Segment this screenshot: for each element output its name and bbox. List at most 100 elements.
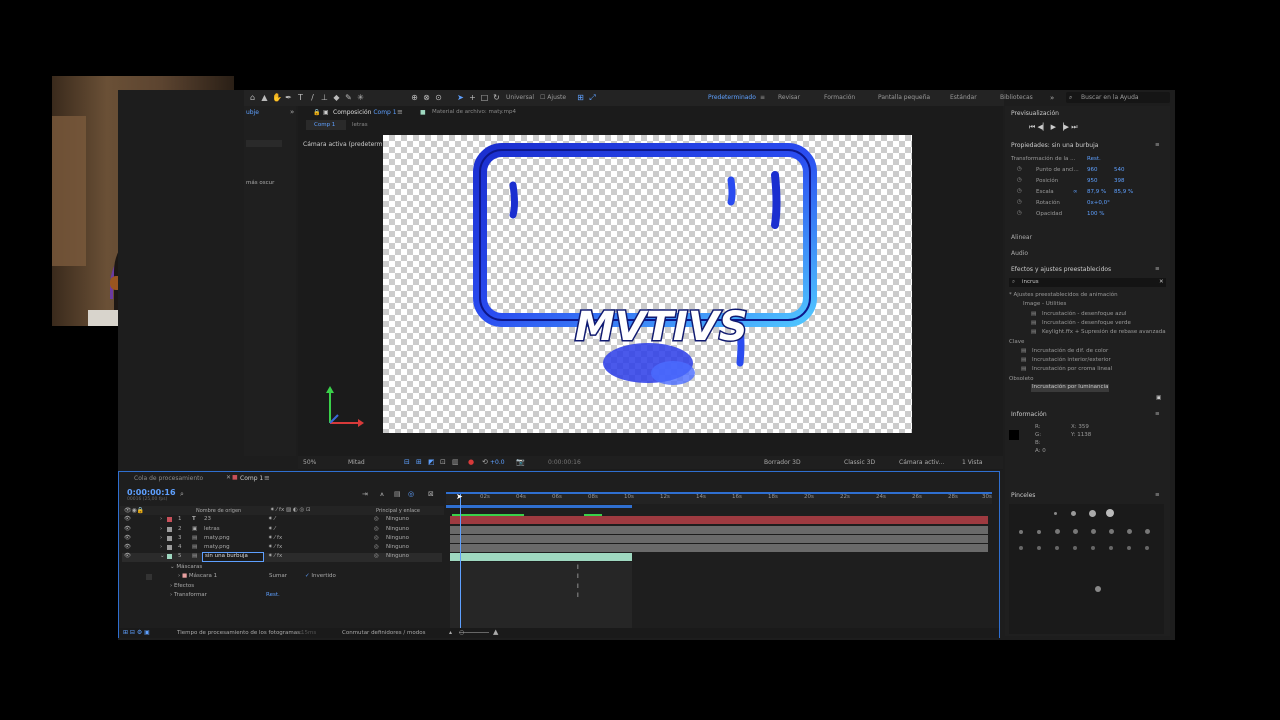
keyframe-icon[interactable]: I — [577, 564, 579, 571]
help-search-input[interactable]: ⌕ Buscar en la Ayuda — [1066, 92, 1170, 103]
footer-toggle-icons[interactable]: ⊞ ⊟ ⚙ ▣ — [123, 629, 150, 636]
next-frame-icon[interactable]: ▕▶ — [1058, 123, 1069, 131]
type-tool-icon[interactable]: T — [296, 93, 305, 102]
prop-position-x[interactable]: 950 — [1087, 178, 1098, 184]
brush-tip[interactable] — [1037, 530, 1041, 534]
effects-item-desenfoque-verde[interactable]: Incrustación - desenfoque verde — [1042, 320, 1131, 326]
workspace-formacion[interactable]: Formación — [824, 94, 855, 101]
layer-switches-icons[interactable]: ✷ ⁄ fx — [268, 544, 282, 550]
brush-tip[interactable] — [1019, 546, 1023, 550]
current-time-indicator[interactable] — [460, 494, 461, 630]
brush-tip[interactable] — [1054, 512, 1057, 515]
composition-menu-icon[interactable]: ≡ — [397, 108, 403, 116]
composition-flowchart-icon[interactable]: ⇥ — [362, 490, 368, 498]
effects-item-desenfoque-azul[interactable]: Incrustación - desenfoque azul — [1042, 311, 1126, 317]
layer-name[interactable]: letras — [204, 526, 220, 532]
brush-tip[interactable] — [1127, 529, 1132, 534]
work-area-bar[interactable] — [446, 492, 992, 494]
arrow-tool-icon[interactable]: ➤ — [456, 93, 465, 102]
scale-link-icon[interactable]: ∞ — [1073, 189, 1078, 195]
toggle-switches-modes[interactable]: Conmutar definidores / modos — [342, 630, 425, 636]
comp-timecode[interactable]: 0:00:00:16 — [548, 459, 581, 466]
graph-editor-icon[interactable]: ⊠ — [428, 490, 434, 498]
brush-tip[interactable] — [1071, 511, 1076, 516]
info-menu-icon[interactable]: ≡ — [1155, 411, 1160, 417]
effects-item-dif-color[interactable]: Incrustación de dif. de color — [1032, 348, 1108, 354]
brushes-grid[interactable] — [1009, 504, 1164, 634]
clear-search-icon[interactable]: ✕ — [1159, 279, 1164, 285]
align-panel-title[interactable]: Alinear — [1011, 234, 1032, 241]
motion-blur-icon[interactable]: ◎ — [408, 490, 414, 498]
layer-switches-icons[interactable]: ✷ ⁄ fx — [268, 553, 282, 559]
subtab-letras[interactable]: letras — [352, 122, 368, 128]
effects-item-animation-presets[interactable]: * Ajustes preestablecidos de animación — [1009, 292, 1118, 298]
lock-icon[interactable]: 🔒 — [313, 109, 320, 116]
timeline-search-icon[interactable]: ⌕ — [180, 490, 184, 499]
layer-label-color[interactable] — [167, 517, 172, 522]
composition-tab[interactable]: Composición Comp 1 — [333, 109, 397, 116]
mask-mode-select[interactable]: Sumar — [269, 573, 287, 579]
pen-tool-icon[interactable]: ✒ — [284, 93, 293, 102]
workspace-predeterminado[interactable]: Predeterminado — [708, 94, 756, 101]
prop-position-y[interactable]: 398 — [1114, 178, 1125, 184]
puppet-tool-icon[interactable]: ✳ — [356, 93, 365, 102]
prev-frame-icon[interactable]: ◀▏ — [1038, 123, 1049, 131]
new-folder-icon[interactable]: ▣ — [1156, 395, 1161, 401]
layer-row[interactable]: 👁 › 2 ▣ letras ✷ ⁄ ◎ Ninguno — [122, 526, 442, 535]
render-queue-tab[interactable]: Cola de procesamiento — [134, 475, 203, 482]
prop-anchor-y[interactable]: 540 — [1114, 167, 1125, 173]
exposure-reset-icon[interactable]: ⟲ — [482, 458, 488, 466]
exposure-value[interactable]: +0.0 — [490, 459, 505, 466]
eraser-tool-icon[interactable]: ◆ — [332, 93, 341, 102]
visibility-icon[interactable]: 👁 — [124, 526, 131, 532]
clone-tool-icon[interactable]: ⊥ — [320, 93, 329, 102]
layer-label-color[interactable] — [167, 545, 172, 550]
parent-pickwhip-icon[interactable]: ◎ — [374, 553, 379, 559]
brush-tip[interactable] — [1073, 546, 1077, 550]
brush-tool-icon[interactable]: / — [308, 93, 317, 102]
workspace-bibliotecas[interactable]: Bibliotecas — [1000, 94, 1033, 101]
keyframe-icon[interactable]: I — [577, 592, 579, 599]
parent-select[interactable]: Ninguno — [386, 526, 409, 532]
renderer-mode[interactable]: Classic 3D — [844, 459, 875, 466]
mask-visibility-icon[interactable]: ◩ — [428, 458, 435, 466]
snap-icon[interactable]: ⊞ — [576, 93, 585, 102]
renderer-draft[interactable]: Borrador 3D — [764, 459, 801, 466]
layer-row[interactable]: 👁 › 1 T 23 ✷ ⁄ ◎ Ninguno — [122, 516, 442, 525]
brushes-menu-icon[interactable]: ≡ — [1155, 492, 1160, 498]
effects-item-obsoleto[interactable]: Obsoleto — [1009, 376, 1033, 382]
layer-name-edit[interactable]: sin una burbuja — [202, 552, 264, 562]
source-name-header[interactable]: Nombre de origen — [196, 508, 241, 514]
layer-label-color[interactable] — [167, 554, 172, 559]
color-management-icon[interactable]: ● — [468, 458, 474, 466]
prop-anchor-x[interactable]: 960 — [1087, 167, 1098, 173]
more-workspaces-icon[interactable]: » — [1050, 94, 1054, 102]
prop-rotation[interactable]: 0x+0,0° — [1087, 200, 1110, 206]
parent-header[interactable]: Principal y enlace — [376, 508, 420, 514]
timeline-comp-tab[interactable]: Comp 1 — [240, 475, 263, 482]
composition-canvas[interactable]: MVTIVS — [383, 135, 912, 433]
layer-row-selected[interactable]: 👁 ⌄ 5 ▤ sin una burbuja ✷ ⁄ fx ◎ Ninguno — [122, 552, 442, 562]
collapse-arrow-icon[interactable]: ⌄ — [160, 553, 165, 559]
rectangle-icon[interactable]: □ — [480, 93, 489, 102]
zoom-select[interactable]: 50% — [303, 459, 316, 466]
workspace-estandar[interactable]: Estándar — [950, 94, 977, 101]
keyframe-icon[interactable]: I — [577, 583, 579, 590]
selection-tool-icon[interactable]: ▲ — [260, 93, 269, 102]
brush-tip[interactable] — [1019, 530, 1023, 534]
project-field[interactable]: más oscur — [246, 180, 274, 186]
frame-blending-icon[interactable]: ▤ — [394, 490, 401, 498]
workspace-menu-icon[interactable]: ≡ — [760, 94, 765, 101]
workspace-revisar[interactable]: Revisar — [778, 94, 800, 101]
expand-arrow-icon[interactable]: › — [160, 544, 162, 550]
mask-color-swatch[interactable] — [146, 574, 152, 580]
brush-tip[interactable] — [1055, 546, 1059, 550]
visibility-icon[interactable]: 👁 — [124, 535, 131, 541]
timeline-timecode[interactable]: 0:00:00:16 — [127, 488, 176, 497]
layer-bar[interactable] — [450, 544, 988, 552]
effects-item-croma-lineal[interactable]: Incrustación por croma lineal — [1032, 366, 1112, 372]
zoom-in-icon[interactable]: ▲ — [493, 628, 498, 636]
axis-icon[interactable]: ⊕ — [410, 93, 419, 102]
draft-3d-icon[interactable]: ⩚ — [380, 490, 384, 499]
home-icon[interactable]: ⌂ — [248, 93, 257, 102]
